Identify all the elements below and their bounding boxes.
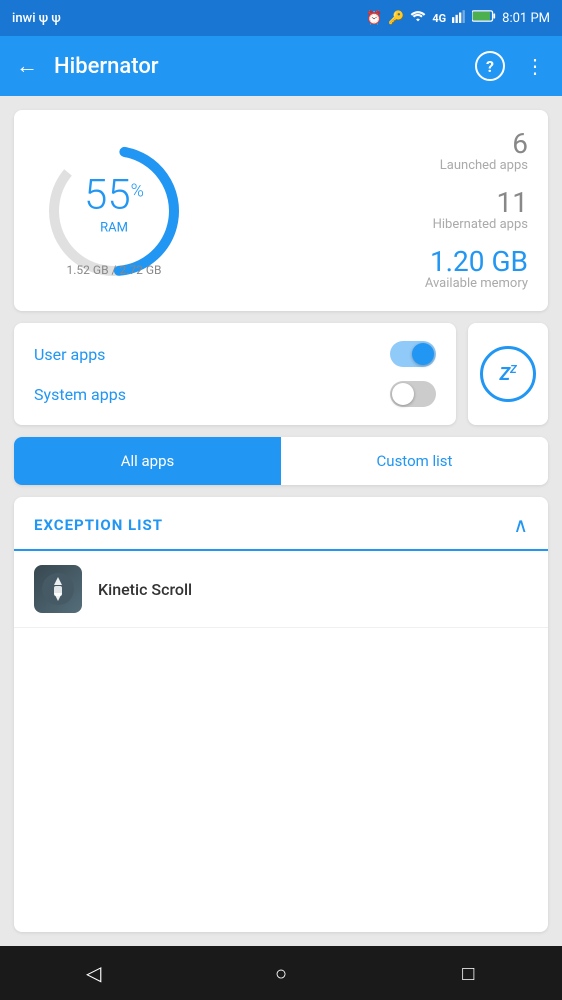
user-apps-label: User apps [34,345,105,364]
ram-percent-display: 55% RAM [84,174,144,235]
battery-icon [472,9,496,27]
scroll-icon-svg [40,571,76,607]
launched-apps-value: 6 [440,130,528,158]
top-bar-actions: ? ⋮ [475,51,546,81]
tab-custom-list[interactable]: Custom list [281,437,548,485]
exception-item-kinetic-scroll[interactable]: Kinetic Scroll [14,551,548,628]
user-apps-toggle-row: User apps [34,341,436,367]
nav-recent-button[interactable]: □ [448,953,488,993]
status-bar: inwi ψ ψ ⏰ 🔑 4G 8:01 PM [0,0,562,36]
app-title: Hibernator [54,54,475,79]
available-memory-value: 1.20 GB [425,248,528,276]
back-button[interactable]: ← [16,53,38,79]
system-apps-toggle[interactable] [390,381,436,407]
time-text: 8:01 PM [502,11,550,26]
exception-list-title: Exception list [34,516,163,534]
kinetic-scroll-icon-container [34,565,82,613]
nav-back-button[interactable]: ◁ [74,953,114,993]
exception-header: Exception list ∧ [14,497,548,551]
bottom-nav: ◁ ○ □ [0,946,562,1000]
sleep-zz-icon: ZZ [499,363,516,385]
tab-all-apps[interactable]: All apps [14,437,281,485]
signal-bars [452,9,466,27]
sleep-circle-icon: ZZ [480,346,536,402]
hibernated-apps-value: 11 [433,189,528,217]
exception-card: Exception list ∧ Kinetic Scroll [14,497,548,932]
nav-home-button[interactable]: ○ [261,953,301,993]
available-memory-stat: 1.20 GB Available memory [425,248,528,291]
kinetic-scroll-app-name: Kinetic Scroll [98,580,192,599]
hibernated-apps-label: Hibernated apps [433,217,528,232]
key-icon: 🔑 [388,11,404,26]
system-apps-label: System apps [34,385,126,404]
launched-apps-label: Launched apps [440,158,528,173]
tab-custom-list-label: Custom list [377,452,453,470]
exception-chevron-icon[interactable]: ∧ [513,513,528,537]
status-bar-right: ⏰ 🔑 4G 8:01 PM [366,9,550,27]
signal-4g: 4G [432,12,446,25]
ram-usage: 1.52 GB / 2.72 GB [67,263,162,277]
toggle-row: User apps System apps ZZ [14,323,548,425]
help-button[interactable]: ? [475,51,505,81]
launched-apps-stat: 6 Launched apps [440,130,528,173]
hibernated-apps-stat: 11 Hibernated apps [433,189,528,232]
ram-label: RAM [84,220,144,235]
kinetic-scroll-app-icon [34,565,82,613]
ram-circle: 55% RAM 1.52 GB / 2.72 GB [34,131,194,291]
main-content: 55% RAM 1.52 GB / 2.72 GB 6 Launched app… [0,96,562,946]
tab-bar: All apps Custom list [14,437,548,485]
toggles-card: User apps System apps [14,323,456,425]
more-options-button[interactable]: ⋮ [525,54,546,78]
alarm-icon: ⏰ [366,11,382,26]
ram-percent-unit: % [131,182,144,200]
stats-right: 6 Launched apps 11 Hibernated apps 1.20 … [194,130,528,291]
ram-percent-value: 55 [84,170,131,219]
top-app-bar: ← Hibernator ? ⋮ [0,36,562,96]
carrier-text: inwi ψ ψ [12,11,61,26]
wifi-icon [410,9,426,27]
sleep-button[interactable]: ZZ [468,323,548,425]
available-memory-label: Available memory [425,276,528,291]
system-apps-toggle-row: System apps [34,381,436,407]
tab-all-apps-label: All apps [121,452,175,470]
user-apps-toggle[interactable] [390,341,436,367]
stats-card: 55% RAM 1.52 GB / 2.72 GB 6 Launched app… [14,110,548,311]
